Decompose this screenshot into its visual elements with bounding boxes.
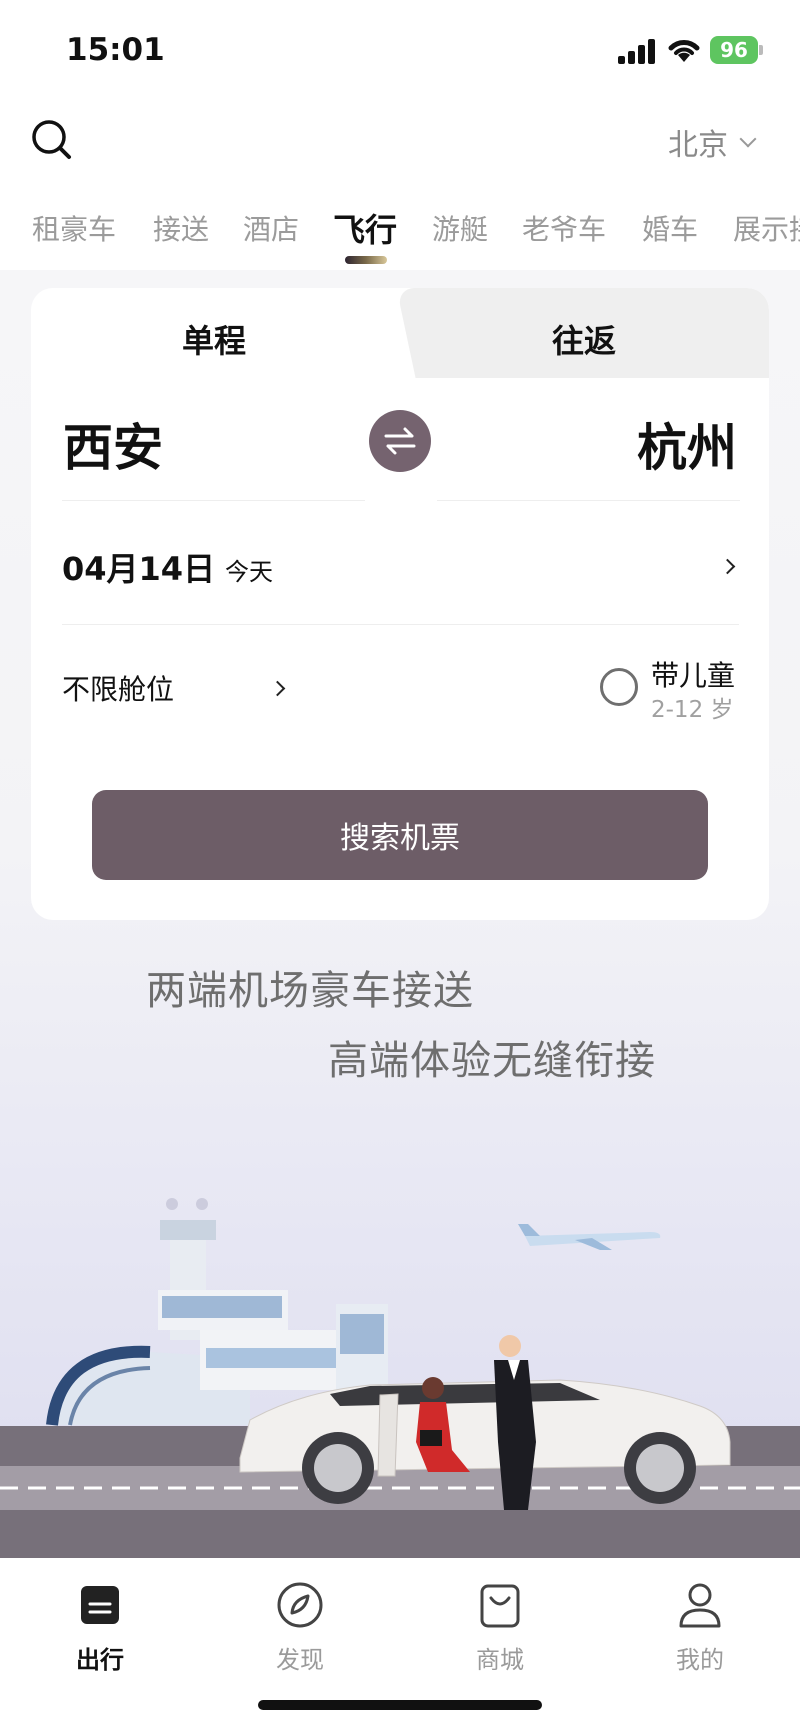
battery-tip [759,45,763,55]
cabin-class-selector[interactable]: 不限舱位 [62,668,174,708]
wifi-icon [668,40,700,62]
airport-luxury-car-illustration [0,1198,800,1560]
active-tab-indicator [345,256,387,264]
flight-booking-card: 单程 往返 西安 杭州 04月14日 今天 不限舱位 带儿童 2-12 岁 搜索… [31,288,769,920]
category-tabs: 租豪车 接送 酒店 飞行 游艇 老爷车 婚车 展示接 [32,208,800,264]
cabin-class-label: 不限舱位 [62,673,175,706]
tab-yacht[interactable]: 游艇 [432,208,488,248]
tab-transfer[interactable]: 接送 [153,208,209,248]
shop-bag-icon [480,1584,520,1628]
promo-line-2: 高端体验无缝衔接 [328,1038,656,1084]
tab-wedding-car[interactable]: 婚车 [642,208,698,248]
chevron-right-icon[interactable] [269,680,286,697]
chevron-down-icon [739,130,757,148]
profile-icon [679,1583,721,1628]
tab-hotel[interactable]: 酒店 [243,208,299,248]
battery-icon: 96 [710,36,758,64]
date-selector[interactable]: 04月14日 今天 [62,544,739,594]
search-icon[interactable] [30,118,74,162]
swap-cities-button[interactable] [369,410,431,472]
tab-exhibition[interactable]: 展示接 [733,208,800,248]
divider [437,500,740,501]
discover-icon [277,1582,323,1628]
tab-rent-luxury-car[interactable]: 租豪车 [32,208,116,248]
nav-profile-label: 我的 [676,1646,724,1674]
with-children-label[interactable]: 带儿童 [651,654,735,694]
nav-trip-label: 出行 [76,1646,124,1674]
date-note: 今天 [225,558,273,586]
home-indicator [258,1700,542,1710]
nav-discover[interactable]: 发现 [240,1568,360,1678]
arrival-city[interactable]: 杭州 [637,408,737,480]
tab-vintage-car[interactable]: 老爷车 [522,208,606,248]
promo-line-1: 两端机场豪车接送 [146,968,474,1014]
tab-flight[interactable]: 飞行 [333,208,397,251]
departure-city[interactable]: 西安 [63,408,163,480]
nav-trip[interactable]: 出行 [40,1568,160,1678]
search-flights-button[interactable]: 搜索机票 [92,790,708,880]
tab-one-way[interactable]: 单程 [182,316,246,362]
status-bar: 15:01 96 [0,0,800,100]
airplane-icon [518,1224,661,1250]
nav-shop[interactable]: 商城 [440,1568,560,1678]
divider [62,624,739,625]
divider [62,500,365,501]
battery-level: 96 [720,38,748,62]
city-label: 北京 [668,128,728,163]
city-selector[interactable]: 北京 [668,122,757,163]
child-age-range: 2-12 岁 [651,697,734,723]
nav-shop-label: 商城 [476,1646,524,1674]
with-children-checkbox[interactable] [600,668,638,706]
swap-arrows-icon [384,427,416,455]
trip-icon [81,1586,119,1624]
chevron-right-icon [719,558,736,575]
nav-discover-label: 发现 [276,1646,324,1674]
nav-profile[interactable]: 我的 [640,1568,760,1678]
status-time: 15:01 [66,32,165,68]
tab-round-trip[interactable]: 往返 [552,316,616,362]
departure-date: 04月14日 [62,550,216,588]
cellular-signal-icon [618,38,658,64]
